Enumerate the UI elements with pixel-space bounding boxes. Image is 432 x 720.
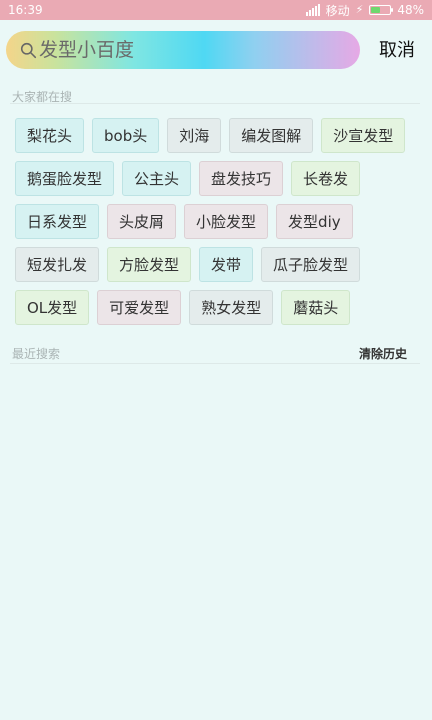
search-tag[interactable]: 日系发型 — [15, 204, 100, 239]
tag-row: 日系发型 头皮屑 小脸发型 发型diy — [15, 204, 425, 239]
search-icon — [20, 42, 37, 58]
cancel-button[interactable]: 取消 — [370, 36, 424, 66]
search-tag[interactable]: 发带 — [199, 247, 254, 282]
search-tag[interactable]: 瓜子脸发型 — [261, 247, 361, 282]
search-tag[interactable]: 鹅蛋脸发型 — [15, 161, 115, 196]
battery-icon — [369, 5, 394, 15]
search-tag[interactable]: bob头 — [92, 118, 160, 153]
search-tag[interactable]: 刘海 — [167, 118, 222, 153]
search-tag[interactable]: 长卷发 — [291, 161, 361, 196]
search-tag[interactable]: 公主头 — [122, 161, 192, 196]
search-tag[interactable]: 发型diy — [276, 204, 353, 239]
search-tag[interactable]: 方脸发型 — [107, 247, 192, 282]
battery-fill — [371, 7, 381, 13]
search-tag[interactable]: 可爱发型 — [97, 290, 182, 325]
battery-percent: 48% — [397, 3, 424, 17]
search-tag[interactable]: 梨花头 — [15, 118, 85, 153]
status-indicators: 移动 ⚡ 48% — [305, 2, 424, 18]
status-time: 16:39 — [8, 3, 43, 17]
search-tag[interactable]: OL发型 — [15, 290, 90, 325]
divider — [10, 363, 420, 364]
search-tag[interactable]: 头皮屑 — [107, 204, 177, 239]
tag-row: 梨花头 bob头 刘海 编发图解 沙宣发型 — [15, 118, 425, 153]
recent-searches-title: 最近搜索 — [12, 347, 61, 361]
search-tag[interactable]: 编发图解 — [229, 118, 314, 153]
clear-history-button[interactable]: 清除历史 — [359, 345, 407, 362]
search-tag[interactable]: 小脸发型 — [184, 204, 269, 239]
tag-row: 短发扎发 方脸发型 发带 瓜子脸发型 — [15, 247, 425, 282]
popular-tag-cloud: 梨花头 bob头 刘海 编发图解 沙宣发型 鹅蛋脸发型 公主头 盘发技巧 长卷发 日系发型 头皮屑小… — [15, 118, 425, 333]
signal-icon — [305, 4, 320, 16]
search-tag[interactable]: 沙宣发型 — [321, 118, 406, 153]
search-tag[interactable]: 蘑菇头 — [281, 290, 351, 325]
charging-bolt-icon: ⚡ — [355, 3, 364, 16]
search-tag[interactable]: 短发扎发 — [15, 247, 100, 282]
search-input[interactable] — [39, 39, 329, 61]
tag-row: 鹅蛋脸发型 公主头 盘发技巧 长卷发 — [15, 161, 425, 196]
divider — [10, 103, 420, 104]
search-tag[interactable]: 熟女发型 — [189, 290, 274, 325]
search-bar[interactable] — [6, 31, 360, 69]
carrier-label: 移动 — [325, 3, 350, 18]
search-tag[interactable]: 盘发技巧 — [199, 161, 284, 196]
tag-row: OL发型 可爱发型 熟女发型 蘑菇头 — [15, 290, 425, 325]
status-bar: 16:39 移动 ⚡ 48% — [0, 0, 432, 20]
